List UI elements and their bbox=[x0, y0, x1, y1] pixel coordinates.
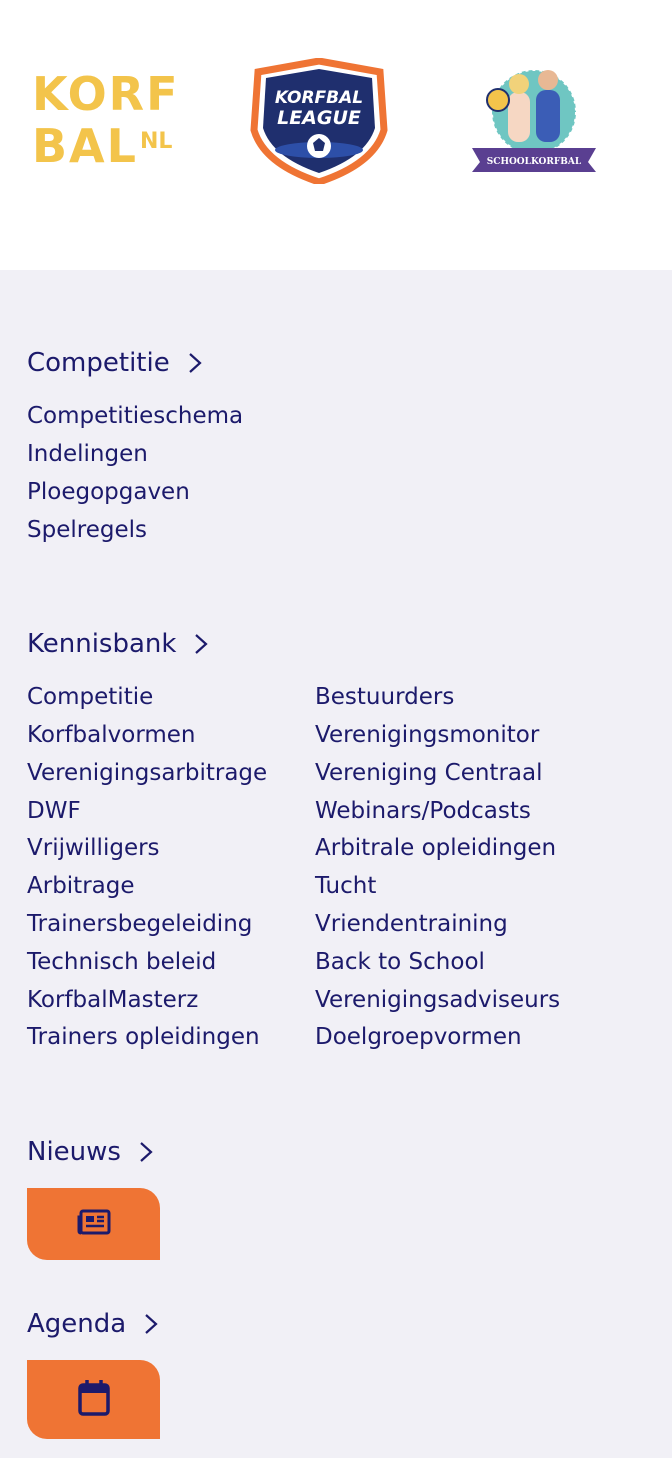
kennisbank-link[interactable]: Competitie bbox=[27, 682, 153, 712]
league-logo-line2: LEAGUE bbox=[277, 107, 361, 129]
newspaper-icon bbox=[77, 1209, 111, 1239]
chevron-right-icon bbox=[137, 1136, 155, 1168]
nieuws-button[interactable] bbox=[27, 1188, 160, 1260]
kennisbank-link[interactable]: Doelgroepvormen bbox=[315, 1022, 522, 1052]
korfbal-league-logo[interactable]: KORFBAL LEAGUE bbox=[246, 57, 392, 186]
kennisbank-link[interactable]: Vriendentraining bbox=[315, 909, 508, 939]
kennisbank-link[interactable]: Vereniging Centraal bbox=[315, 758, 542, 788]
kennisbank-link[interactable]: Vrijwilligers bbox=[27, 833, 160, 863]
kennisbank-link[interactable]: Korfbalvormen bbox=[27, 720, 196, 750]
kennisbank-link[interactable]: DWF bbox=[27, 796, 81, 826]
competitie-heading: Competitie bbox=[27, 348, 170, 378]
partner-logos: KORF BALNL KORFBAL LEAGUE SCHOOLKORFBAL bbox=[0, 0, 672, 270]
korfbal-nl-logo[interactable]: KORF BALNL bbox=[32, 70, 182, 175]
competitie-link-indelingen[interactable]: Indelingen bbox=[27, 439, 148, 469]
chevron-right-icon bbox=[186, 347, 204, 379]
kennisbank-link[interactable]: Bestuurders bbox=[315, 682, 454, 712]
kennisbank-link[interactable]: Technisch beleid bbox=[27, 947, 216, 977]
kennisbank-heading: Kennisbank bbox=[27, 629, 177, 659]
kennisbank-heading-link[interactable]: Kennisbank bbox=[27, 628, 210, 660]
kennisbank-link[interactable]: Trainersbegeleiding bbox=[27, 909, 252, 939]
school-logo-banner: SCHOOLKORFBAL bbox=[487, 157, 582, 167]
kennisbank-link[interactable]: Arbitrale opleidingen bbox=[315, 833, 556, 863]
kennisbank-link[interactable]: Tucht bbox=[315, 871, 376, 901]
agenda-heading-link[interactable]: Agenda bbox=[27, 1308, 160, 1340]
kennisbank-link[interactable]: Verenigingsadviseurs bbox=[315, 985, 560, 1015]
league-logo-line1: KORFBAL bbox=[275, 88, 363, 108]
calendar-icon bbox=[77, 1379, 111, 1421]
kennisbank-link[interactable]: Arbitrage bbox=[27, 871, 135, 901]
kennisbank-link[interactable]: Back to School bbox=[315, 947, 485, 977]
agenda-button[interactable] bbox=[27, 1360, 160, 1439]
korfbal-logo-suffix: NL bbox=[139, 129, 173, 154]
chevron-right-icon bbox=[142, 1308, 160, 1340]
chevron-right-icon bbox=[192, 628, 210, 660]
competitie-link-spelregels[interactable]: Spelregels bbox=[27, 515, 147, 545]
kennisbank-link[interactable]: Verenigingsmonitor bbox=[315, 720, 539, 750]
kennisbank-link[interactable]: KorfbalMasterz bbox=[27, 985, 198, 1015]
competitie-link-ploegopgaven[interactable]: Ploegopgaven bbox=[27, 477, 190, 507]
competitie-heading-link[interactable]: Competitie bbox=[27, 347, 204, 379]
nieuws-heading: Nieuws bbox=[27, 1137, 121, 1167]
competitie-link-competitieschema[interactable]: Competitieschema bbox=[27, 401, 243, 431]
korfbal-logo-line2: BAL bbox=[32, 119, 138, 173]
kennisbank-link[interactable]: Trainers opleidingen bbox=[27, 1022, 260, 1052]
kennisbank-link[interactable]: Webinars/Podcasts bbox=[315, 796, 531, 826]
site-footer: Competitie Competitieschema Indelingen P… bbox=[0, 270, 672, 1458]
korfbal-logo-line1: KORF bbox=[32, 67, 180, 121]
kennisbank-link[interactable]: Verenigingsarbitrage bbox=[27, 758, 267, 788]
agenda-heading: Agenda bbox=[27, 1309, 127, 1339]
nieuws-heading-link[interactable]: Nieuws bbox=[27, 1136, 155, 1168]
schoolkorfbal-logo[interactable]: SCHOOLKORFBAL bbox=[468, 62, 600, 180]
